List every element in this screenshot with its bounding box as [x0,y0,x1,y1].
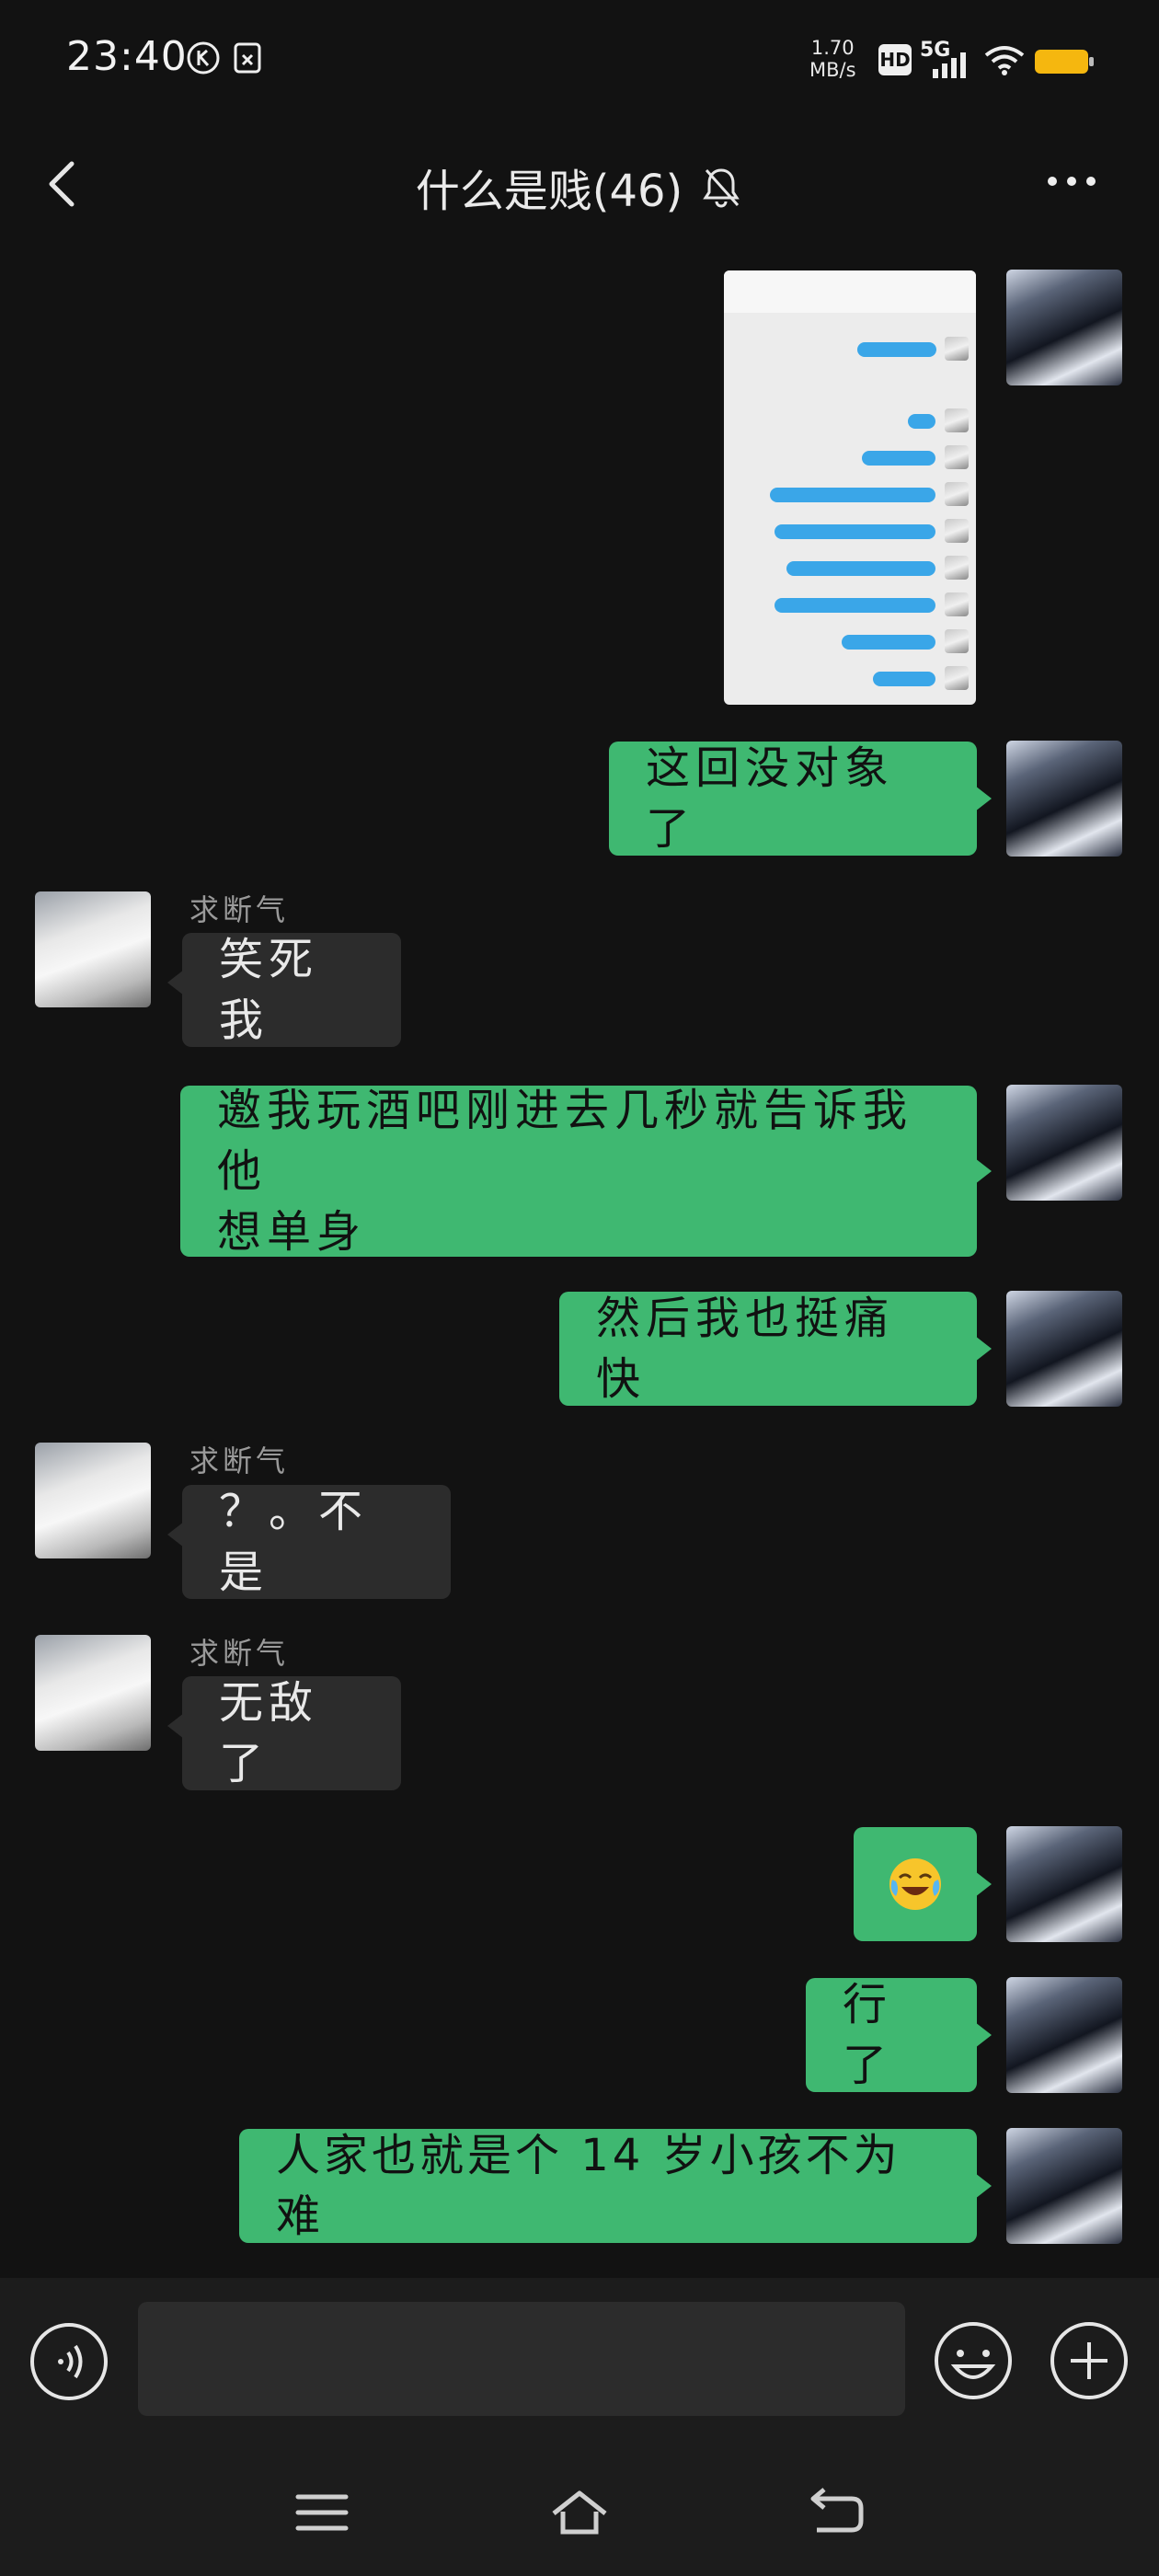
thumb-bubble [873,672,935,686]
avatar[interactable] [1006,1977,1122,2093]
system-nav-bar [0,2438,1159,2576]
thumb-avatar [945,592,969,616]
status-bar: 23:40 1.70 MB/s HD 5G [0,0,1159,120]
message-bubble[interactable]: 人家也就是个 14 岁小孩不为难 [239,2129,992,2243]
thumb-avatar [945,482,969,506]
thumb-bubble [775,524,935,539]
avatar[interactable] [1006,1826,1122,1942]
message-bubble[interactable]: 无敌了 [167,1676,401,1790]
avatar[interactable] [1006,1085,1122,1201]
avatar[interactable] [1006,741,1122,857]
thumb-bubble [857,342,936,357]
message-text: 行了 [843,1979,893,2091]
battery-icon [1035,50,1094,74]
plus-icon[interactable] [1049,2320,1130,2401]
thumb-bubble [775,598,935,613]
thumb-bubble [908,414,935,429]
avatar[interactable] [35,891,151,1007]
thumb-avatar [945,519,969,543]
k-app-icon [187,41,220,75]
message-text-line: 想单身 [217,1206,367,1258]
network-speed: 1.70 MB/s [809,37,856,81]
thumb-avatar [945,556,969,580]
thumb-bubble [842,635,935,650]
voice-icon[interactable] [29,2322,109,2401]
avatar[interactable] [1006,1291,1122,1407]
message-text-line: 邀我玩酒吧刚进去几秒就告诉我他 [217,1085,913,1197]
thumb-avatar [945,666,969,690]
sender-name: 求断气 [189,1636,290,1671]
chat-title-wrap: 什么是贱(46) [0,155,1159,219]
message-text: ？。不是 [219,1486,369,1598]
thumb-bubble [770,488,935,502]
message-text: 然后我也挺痛快 [596,1293,895,1405]
back-icon[interactable] [808,2486,866,2539]
avatar[interactable] [1006,2128,1122,2244]
wifi-icon [984,46,1025,75]
message-bubble[interactable]: 笑死我 [167,933,401,1047]
sim-tool-icon [234,42,261,74]
sender-name: 求断气 [189,1443,290,1478]
image-thumb-header [724,270,976,313]
message-text: 无敌了 [219,1677,319,1789]
crying-laughing-emoji-icon [889,1858,941,1910]
message-bubble[interactable]: 邀我玩酒吧刚进去几秒就告诉我他 想单身 [180,1085,992,1258]
menu-icon[interactable] [293,2486,351,2539]
avatar[interactable] [1006,270,1122,385]
message-bubble[interactable]: 😭 [854,1827,992,1941]
bell-off-icon [703,168,740,208]
sender-name: 求断气 [189,892,290,927]
message-bubble[interactable]: 行了 [806,1978,992,2092]
avatar[interactable] [35,1443,151,1558]
message-text: 人家也就是个 14 岁小孩不为难 [276,2130,901,2242]
more-dots-icon[interactable] [1039,167,1104,195]
image-message[interactable] [724,270,976,705]
hd-badge: HD [878,44,912,75]
network-speed-unit: MB/s [809,59,856,81]
message-text: 笑死我 [219,934,319,1046]
thumb-bubble [862,451,935,466]
message-text: 这回没对象了 [646,742,895,855]
chat-title[interactable]: 什么是贱(46) [416,155,683,219]
message-bubble[interactable]: 这回没对象了 [609,742,992,856]
thumb-avatar [945,445,969,469]
emoji-icon[interactable] [933,2320,1014,2401]
thumb-avatar [945,337,969,361]
message-input[interactable] [138,2302,905,2416]
thumb-avatar [945,629,969,653]
avatar[interactable] [35,1635,151,1751]
home-icon[interactable] [550,2486,609,2539]
network-speed-value: 1.70 [810,37,855,59]
input-bar [0,2278,1159,2438]
chat-header: 什么是贱(46) [0,120,1159,248]
message-bubble[interactable]: 然后我也挺痛快 [559,1292,992,1406]
signal-icon [933,52,966,78]
clock: 23:40 [66,33,188,80]
message-bubble[interactable]: ？。不是 [167,1485,451,1599]
thumb-avatar [945,408,969,432]
message-text: 邀我玩酒吧刚进去几秒就告诉我他 想单身 [217,1080,940,1262]
thumb-bubble [786,561,935,576]
